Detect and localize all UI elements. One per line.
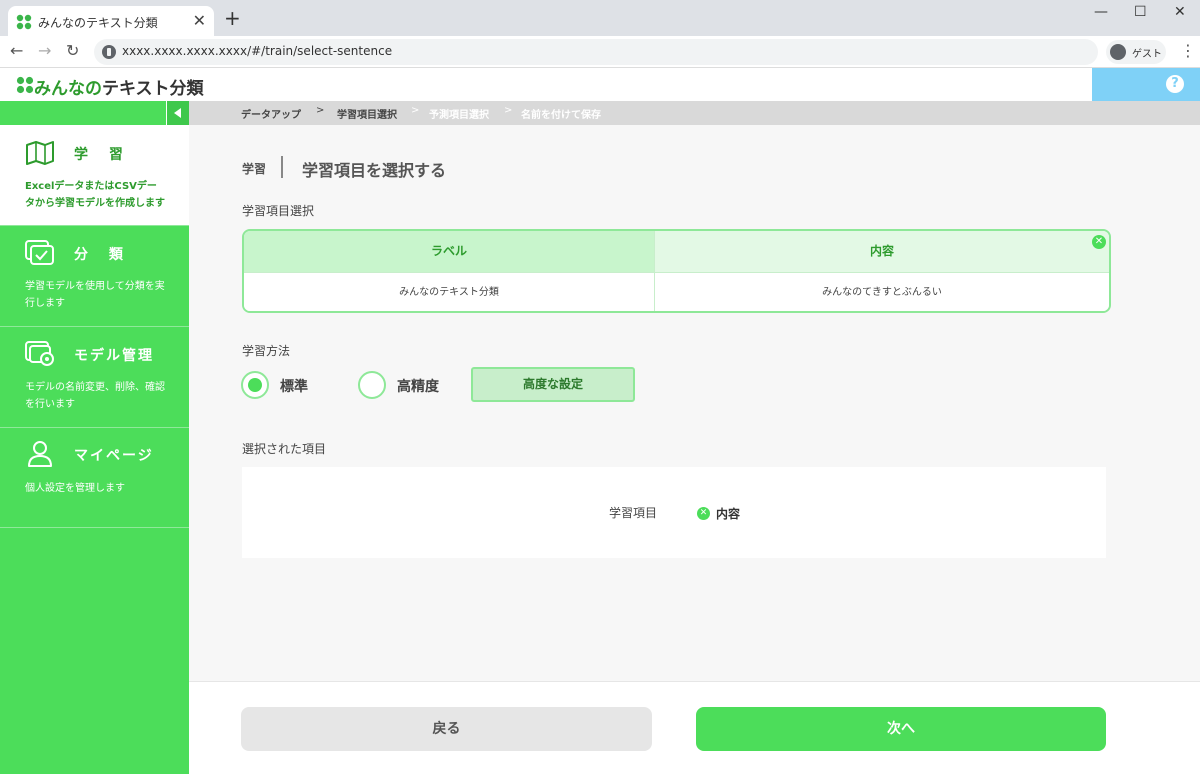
- breadcrumb-separator: >: [504, 105, 513, 116]
- footer: 戻る 次へ: [189, 681, 1200, 774]
- site-info-icon[interactable]: [102, 45, 116, 59]
- breadcrumb-step: 学習項目選択: [337, 110, 397, 121]
- remove-item-icon[interactable]: ✕: [697, 507, 710, 520]
- page-title: 学習項目を選択する: [302, 161, 447, 180]
- classify-icon: [25, 240, 54, 265]
- sidebar-item-desc: ExcelデータまたはCSVデータから学習モデルを作成します: [25, 181, 165, 209]
- address-bar-row: ← → ↻ xxxx.xxxx.xxxx.xxxx/#/train/select…: [0, 36, 1200, 68]
- breadcrumb-separator: >: [411, 105, 420, 116]
- column-label[interactable]: ラベル みんなのテキスト分類: [244, 231, 655, 311]
- url-bar[interactable]: xxxx.xxxx.xxxx.xxxx/#/train/select-sente…: [94, 39, 1098, 65]
- breadcrumb-step: データアップ: [241, 110, 301, 121]
- next-button[interactable]: 次へ: [696, 707, 1106, 751]
- column-header[interactable]: 内容: [655, 231, 1109, 272]
- sidebar-item-desc: 学習モデルを使用して分類を実行します: [25, 281, 165, 309]
- app-logo-katakana: テキスト分類: [102, 79, 204, 99]
- back-button[interactable]: 戻る: [241, 707, 652, 751]
- breadcrumb-step: 予測項目選択: [429, 110, 489, 121]
- browser-tab-bar: みんなのテキスト分類 ✕ + — ☐ ✕: [0, 0, 1200, 36]
- browser-menu-icon[interactable]: ⋮: [1180, 41, 1196, 60]
- sidebar-item-mypage[interactable]: マイページ 個人設定を管理します: [0, 428, 189, 528]
- selected-section-label: 選択された項目: [242, 442, 327, 456]
- sidebar-collapse-button[interactable]: [166, 101, 189, 125]
- window-close-button[interactable]: ✕: [1174, 4, 1186, 20]
- profile-label: ゲスト: [1132, 49, 1162, 60]
- sidebar-item-model-management[interactable]: モデル管理 モデルの名前変更、削除、確認を行います: [0, 327, 189, 428]
- remove-selection-icon[interactable]: ✕: [1092, 235, 1106, 249]
- column-cell: みんなのてきすとぶんるい: [655, 272, 1109, 311]
- breadcrumb: データアップ > 学習項目選択 > 予測項目選択 > 名前を付けて保存: [189, 101, 1200, 125]
- new-tab-button[interactable]: +: [224, 8, 241, 28]
- app-logo[interactable]: みんなのテキスト分類: [34, 74, 204, 99]
- advanced-settings-button[interactable]: 高度な設定: [471, 367, 635, 402]
- app-header: みんなのテキスト分類 ?: [0, 68, 1200, 101]
- page-section-label: 学習: [242, 162, 267, 176]
- sidebar-item-desc: 個人設定を管理します: [25, 483, 125, 494]
- sidebar: 学 習 ExcelデータまたはCSVデータから学習モデルを作成します 分 類 学…: [0, 101, 189, 774]
- sidebar-item-label: 分 類: [74, 247, 131, 263]
- sidebar-item-classify[interactable]: 分 類 学習モデルを使用して分類を実行します: [0, 226, 189, 327]
- method-section-label: 学習方法: [242, 344, 291, 358]
- minimize-button[interactable]: —: [1094, 4, 1108, 20]
- sidebar-item-train[interactable]: 学 習 ExcelデータまたはCSVデータから学習モデルを作成します: [0, 125, 189, 226]
- radio-standard-label[interactable]: 標準: [280, 376, 308, 396]
- tab-title: みんなのテキスト分類: [38, 16, 158, 30]
- training-item-table: ラベル みんなのテキスト分類 内容 みんなのてきすとぶんるい ✕: [242, 229, 1111, 313]
- maximize-button[interactable]: ☐: [1134, 4, 1147, 20]
- help-icon[interactable]: ?: [1166, 75, 1184, 93]
- back-arrow-icon[interactable]: ←: [10, 41, 23, 60]
- column-content[interactable]: 内容 みんなのてきすとぶんるい: [655, 231, 1109, 311]
- help-area: ?: [1092, 68, 1200, 101]
- browser-tab[interactable]: みんなのテキスト分類 ✕: [8, 6, 214, 36]
- radio-high-precision-label[interactable]: 高精度: [397, 376, 439, 396]
- sidebar-item-label: 学 習: [74, 147, 131, 163]
- app-favicon-icon: [16, 14, 32, 30]
- sidebar-item-label: マイページ: [74, 448, 154, 464]
- breadcrumb-separator: >: [316, 105, 325, 116]
- tab-close-icon[interactable]: ✕: [193, 11, 206, 30]
- forward-arrow-icon[interactable]: →: [38, 41, 51, 60]
- breadcrumb-step: 名前を付けて保存: [521, 110, 601, 121]
- column-cell: みんなのテキスト分類: [244, 272, 654, 311]
- sidebar-item-label: モデル管理: [74, 348, 154, 364]
- book-icon: [26, 141, 54, 165]
- app-logo-hiragana: みんなの: [34, 79, 102, 99]
- profile-avatar-icon: [1110, 44, 1126, 60]
- user-icon: [28, 441, 52, 467]
- select-section-label: 学習項目選択: [242, 204, 315, 218]
- reload-icon[interactable]: ↻: [66, 41, 79, 60]
- url-text: xxxx.xxxx.xxxx.xxxx/#/train/select-sente…: [122, 44, 393, 58]
- selected-item-key: 学習項目: [609, 506, 658, 520]
- title-divider: [281, 156, 283, 178]
- app-logo-icon: [16, 76, 34, 94]
- sidebar-item-desc: モデルの名前変更、削除、確認を行います: [25, 382, 165, 410]
- radio-standard[interactable]: [241, 371, 269, 399]
- selected-items-panel: 学習項目 ✕ 内容: [242, 467, 1106, 558]
- column-header[interactable]: ラベル: [244, 231, 654, 272]
- profile-button[interactable]: ゲスト: [1106, 40, 1166, 64]
- selected-item-value: 内容: [716, 507, 741, 521]
- radio-high-precision[interactable]: [358, 371, 386, 399]
- model-settings-icon: [25, 341, 54, 366]
